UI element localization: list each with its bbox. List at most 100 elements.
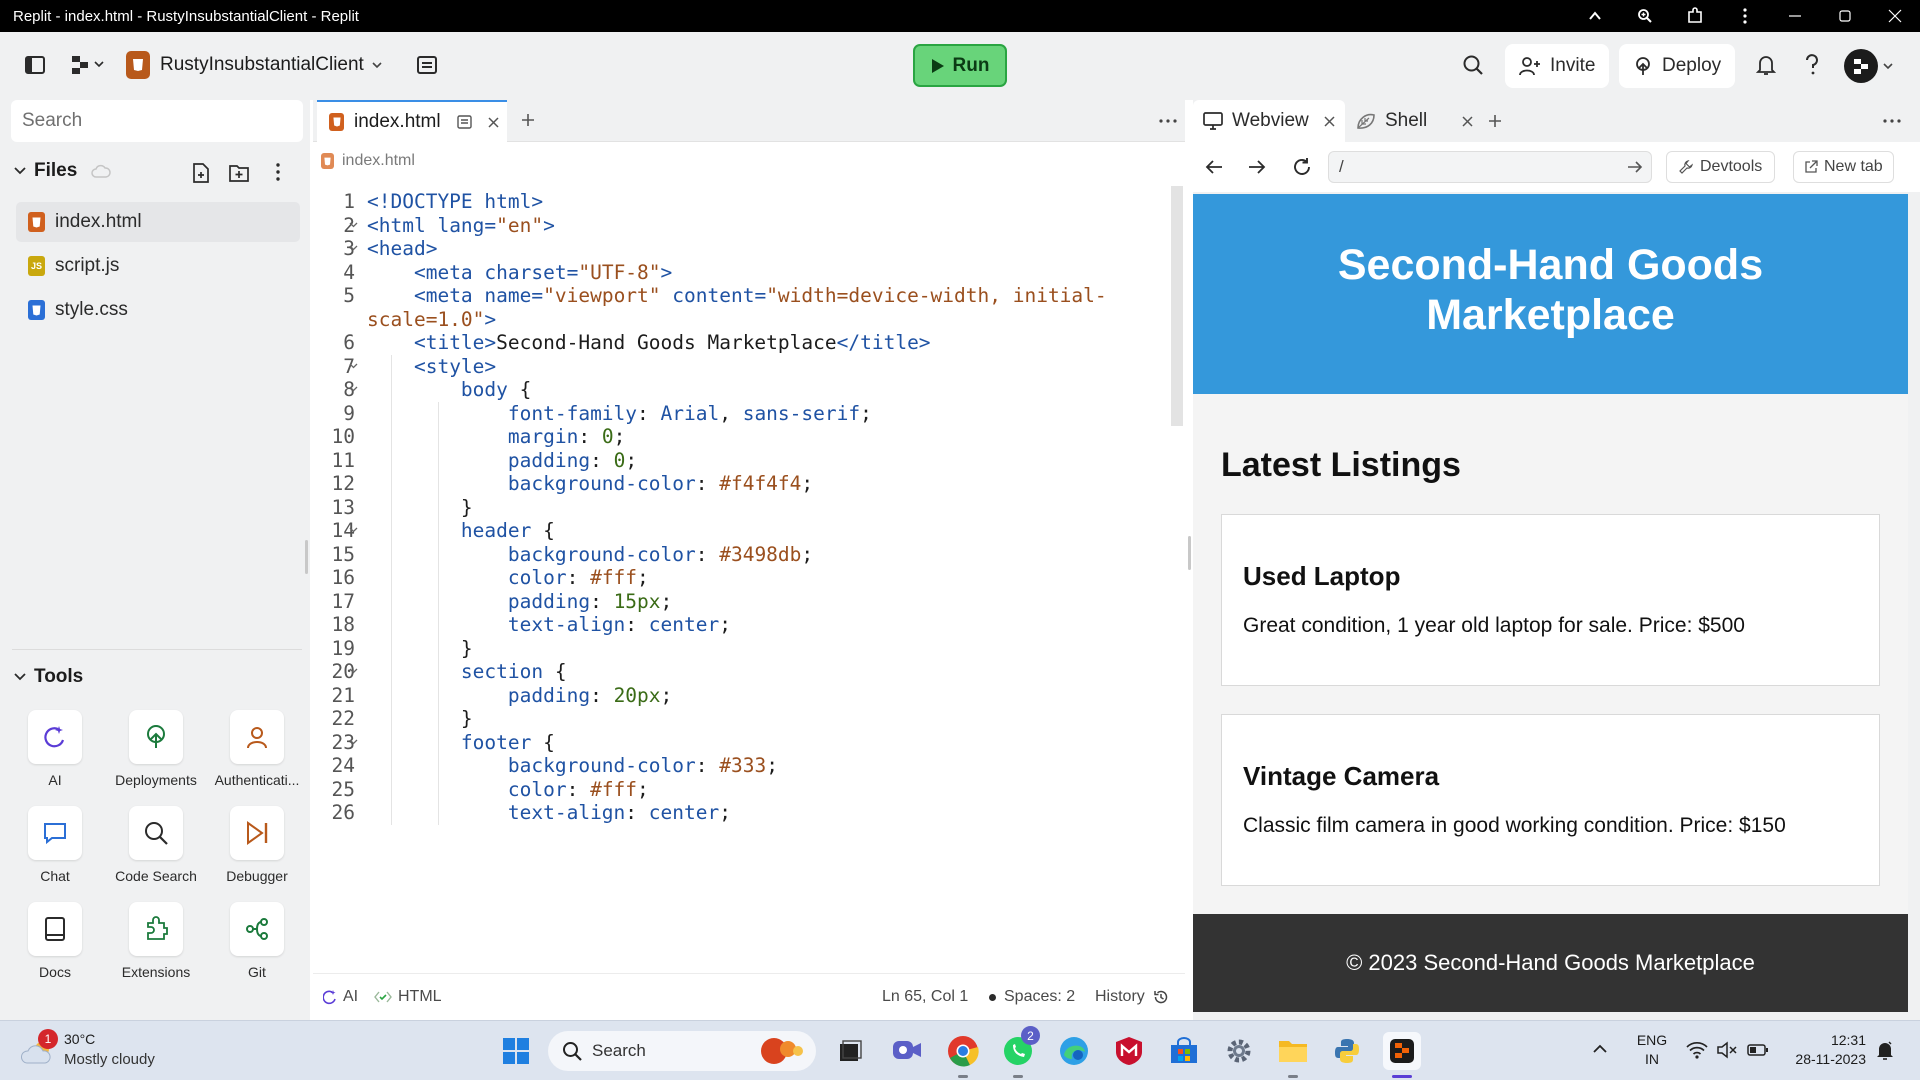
task-view-icon[interactable] — [831, 1032, 869, 1070]
line-number: 13 — [331, 495, 355, 519]
weather-widget[interactable]: 1 30°C Mostly cloudy — [20, 1029, 180, 1073]
python-icon[interactable] — [1328, 1032, 1366, 1070]
chevron-down-icon — [94, 61, 104, 68]
notification-center-icon[interactable] — [1876, 1041, 1894, 1061]
extensions-puzzle-icon[interactable] — [1670, 7, 1720, 25]
editor-scrollbar[interactable] — [1171, 186, 1183, 426]
indent-status[interactable]: Spaces: 2 — [989, 988, 1075, 1006]
invite-button[interactable]: Invite — [1505, 44, 1610, 88]
tool-deployments[interactable]: Deployments — [106, 710, 206, 788]
ai-status[interactable]: AI — [323, 988, 358, 1006]
new-file-icon[interactable] — [191, 162, 211, 184]
tool-docs[interactable]: Docs — [5, 902, 105, 980]
fold-chevron-icon[interactable] — [349, 666, 358, 675]
fold-chevron-icon[interactable] — [349, 384, 358, 393]
tool-debugger[interactable]: Debugger — [207, 806, 307, 884]
preview-icon[interactable] — [456, 115, 472, 129]
files-section-header[interactable]: Files — [14, 160, 112, 182]
tool-extensions[interactable]: Extensions — [106, 902, 206, 980]
code-token: ; — [637, 566, 649, 589]
tray-overflow-chevron-icon[interactable] — [1592, 1043, 1608, 1055]
url-input[interactable]: / — [1328, 151, 1652, 183]
wifi-icon[interactable] — [1686, 1041, 1708, 1059]
zoom-icon[interactable] — [1620, 8, 1670, 24]
language-status[interactable]: HTML — [374, 988, 442, 1006]
close-tab-icon[interactable] — [488, 116, 499, 128]
run-button[interactable]: Run — [913, 44, 1007, 87]
tool-ai[interactable]: AI — [5, 710, 105, 788]
clock[interactable]: 12:31 28-11-2023 — [1782, 1031, 1866, 1069]
file-explorer-icon[interactable] — [1274, 1032, 1312, 1070]
back-arrow-icon[interactable] — [1205, 159, 1223, 175]
editor-resize-handle[interactable] — [1188, 536, 1191, 570]
code-area[interactable]: 1 <!DOCTYPE html> 2 <html lang="en"> 3 <head>… — [313, 186, 1173, 974]
devtools-button[interactable]: Devtools — [1666, 151, 1776, 183]
layout-icon[interactable] — [416, 54, 438, 76]
add-tab-icon[interactable] — [520, 112, 536, 128]
editor-more-icon[interactable] — [1159, 119, 1177, 123]
fold-chevron-icon[interactable] — [349, 220, 358, 229]
mcafee-icon[interactable] — [1110, 1032, 1148, 1070]
more-vertical-icon[interactable] — [1720, 8, 1770, 24]
language-indicator[interactable]: ENG IN — [1632, 1031, 1672, 1069]
settings-gear-icon[interactable] — [1220, 1032, 1258, 1070]
file-item-index-html[interactable]: index.html — [16, 202, 300, 242]
minimize-icon[interactable] — [1770, 9, 1820, 23]
go-arrow-icon[interactable] — [1627, 160, 1643, 174]
file-search-input[interactable]: Search — [11, 100, 303, 142]
chrome-icon[interactable] — [944, 1032, 982, 1070]
toggle-sidebar-icon[interactable] — [24, 54, 46, 76]
maximize-icon[interactable] — [1820, 9, 1870, 23]
close-window-icon[interactable] — [1870, 9, 1920, 23]
replit-app-icon[interactable] — [1383, 1032, 1421, 1070]
user-menu[interactable] — [1844, 49, 1893, 83]
chevron-up-icon[interactable] — [1570, 8, 1620, 24]
tab-index-html[interactable]: index.html — [317, 100, 507, 142]
webview-more-icon[interactable] — [1883, 119, 1901, 123]
windows-start-icon[interactable] — [497, 1032, 535, 1070]
project-selector[interactable]: RustyInsubstantialClient — [126, 51, 382, 79]
search-icon[interactable] — [1462, 54, 1484, 76]
ms-store-icon[interactable] — [1165, 1032, 1203, 1070]
tool-code-search[interactable]: Code Search — [106, 806, 206, 884]
code-token: sans-serif — [742, 401, 861, 425]
replit-menu-button[interactable] — [70, 54, 104, 74]
tool-authentication[interactable]: Authenticati... — [207, 710, 307, 788]
fold-chevron-icon[interactable] — [349, 525, 358, 534]
volume-muted-icon[interactable] — [1716, 1041, 1738, 1059]
tools-section-header[interactable]: Tools — [14, 666, 83, 688]
forward-arrow-icon[interactable] — [1248, 159, 1266, 175]
breadcrumb-file[interactable]: index.html — [342, 152, 415, 170]
sidebar-resize-handle[interactable] — [305, 540, 308, 574]
taskbar-search[interactable]: Search — [548, 1031, 816, 1071]
close-tab-icon[interactable] — [1462, 115, 1473, 127]
code-line: } — [367, 496, 473, 519]
close-tab-icon[interactable] — [1324, 115, 1335, 127]
deploy-button[interactable]: Deploy — [1619, 44, 1736, 88]
help-icon[interactable] — [1804, 54, 1820, 76]
code-token: { — [531, 730, 555, 754]
reload-icon[interactable] — [1292, 157, 1312, 177]
tab-shell[interactable]: Shell — [1356, 100, 1496, 142]
fold-chevron-icon[interactable] — [349, 243, 358, 252]
tab-webview[interactable]: Webview — [1193, 100, 1345, 142]
new-folder-icon[interactable] — [228, 162, 250, 184]
whatsapp-icon[interactable]: 2 — [999, 1026, 1040, 1070]
fold-chevron-icon[interactable] — [349, 361, 358, 370]
notifications-bell-icon[interactable] — [1756, 54, 1776, 76]
new-tab-button[interactable]: New tab — [1793, 151, 1894, 183]
code-line: text-align: center; — [367, 801, 731, 824]
file-item-script-js[interactable]: JS script.js — [16, 246, 300, 286]
battery-icon[interactable] — [1747, 1042, 1769, 1058]
teams-meet-icon[interactable] — [888, 1032, 926, 1070]
add-tab-icon[interactable] — [1487, 113, 1503, 129]
tool-chat[interactable]: Chat — [5, 806, 105, 884]
history-button[interactable]: History — [1095, 988, 1169, 1006]
cursor-position[interactable]: Ln 65, Col 1 — [882, 988, 968, 1006]
edge-browser-icon[interactable] — [1055, 1032, 1093, 1070]
file-item-style-css[interactable]: style.css — [16, 290, 300, 330]
files-more-icon[interactable] — [276, 163, 280, 181]
fold-chevron-icon[interactable] — [349, 737, 358, 746]
tool-git[interactable]: Git — [207, 902, 307, 980]
